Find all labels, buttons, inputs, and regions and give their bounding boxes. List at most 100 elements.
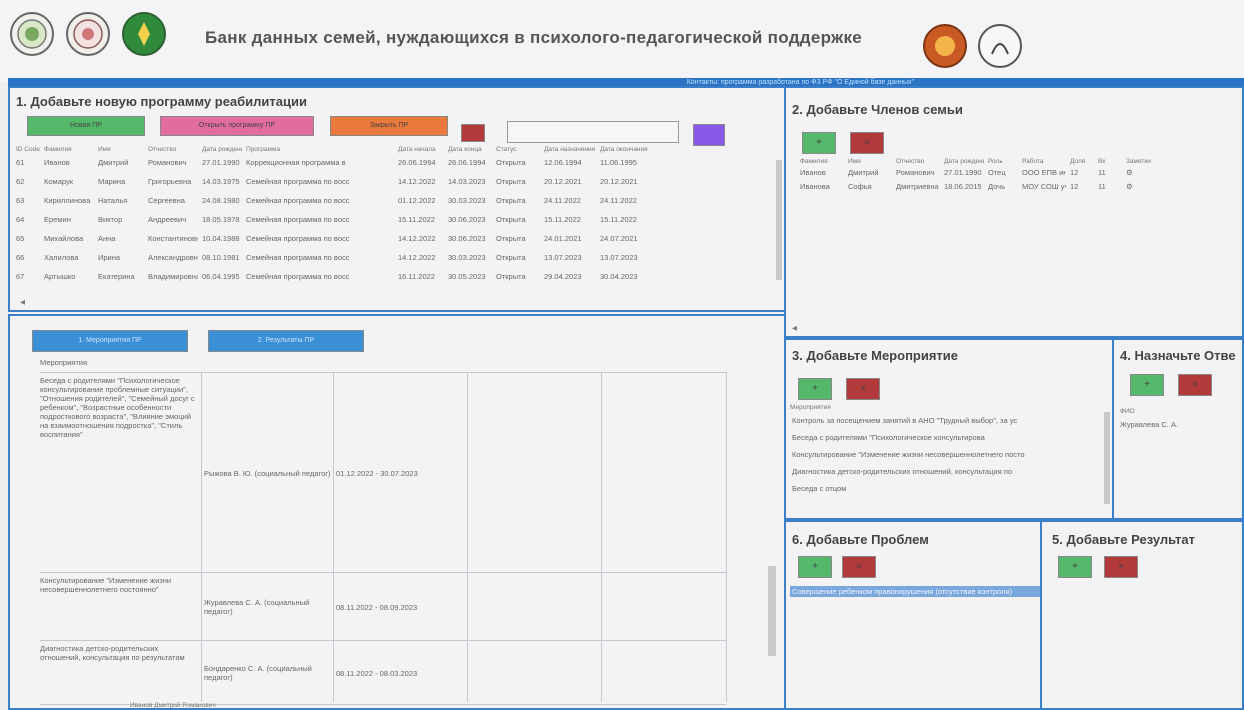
programs-column-header[interactable]: Программа	[246, 146, 394, 153]
task-responsible[interactable]: Бондаренко С. А. (социальный педагог)	[204, 644, 332, 702]
add-responsible-button[interactable]: +	[1130, 374, 1164, 396]
remove-result-button[interactable]: ×	[1104, 556, 1138, 578]
programs-column-header[interactable]: Статус	[496, 146, 540, 153]
table-cell: 16.11.2022	[398, 272, 435, 281]
close-program-button[interactable]: Закрыть ПР	[330, 116, 448, 136]
remove-responsible-button[interactable]: ×	[1178, 374, 1212, 396]
table-cell: 29.04.2023	[544, 272, 582, 281]
events-scrollbar[interactable]	[1104, 412, 1110, 504]
grid-divider	[333, 372, 334, 702]
programs-column-header[interactable]: Дата назначения	[544, 146, 596, 153]
family-scroll-arrow[interactable]: ◀	[792, 324, 797, 332]
program-search-input[interactable]	[507, 121, 679, 143]
family-column-header[interactable]: Фамилия	[800, 158, 844, 165]
table-row[interactable]: 67 Артышко Екатерина Владимировна 06.04.1995…	[16, 272, 654, 281]
programs-column-header[interactable]: Дата окончания	[600, 146, 650, 153]
list-item[interactable]: Консультирование "Изменение жизни несове…	[792, 450, 1102, 459]
family-column-header[interactable]: Отчество	[896, 158, 940, 165]
table-cell: 14.12.2022	[398, 234, 436, 243]
family-cell: Дочь	[988, 182, 1005, 191]
search-button[interactable]	[693, 124, 725, 146]
table-cell: Открыта	[496, 234, 526, 243]
logo-emblem-4	[923, 24, 967, 68]
table-cell: 26.06.1994	[448, 158, 486, 167]
programs-scrollbar[interactable]	[776, 160, 782, 280]
family-cell: 12	[1070, 182, 1079, 191]
programs-column-header[interactable]: ID Code	[16, 146, 40, 153]
delete-program-button[interactable]	[461, 124, 485, 142]
table-row[interactable]: 65 Михайлова Анна Константиновна 10.04.1988 С…	[16, 234, 654, 243]
family-title: 2. Добавьте Членов семьи	[792, 102, 963, 117]
table-cell: Открыта	[496, 253, 526, 262]
programs-column-header[interactable]: Дата рождения	[202, 146, 242, 153]
table-cell: Семейная программа по восс	[246, 253, 350, 262]
table-cell: Семейная программа по восс	[246, 272, 350, 281]
task-description[interactable]: Диагностика детско-родительских отношени…	[40, 644, 198, 702]
programs-column-header[interactable]: Фамилия	[44, 146, 94, 153]
programs-column-header[interactable]: Дата конца	[448, 146, 492, 153]
app-header: Банк данных семей, нуждающихся в психоло…	[0, 0, 1244, 82]
grid-divider	[726, 372, 727, 702]
family-column-header[interactable]: Заметки	[1126, 158, 1166, 165]
add-problem-button[interactable]: +	[798, 556, 832, 578]
table-cell: 13.07.2023	[544, 253, 582, 262]
programs-scroll-arrow[interactable]: ◀	[20, 298, 25, 306]
list-item[interactable]: Контроль за посещением занятий в АНО "Тр…	[792, 416, 1102, 425]
family-column-header[interactable]: Роль	[988, 158, 1018, 165]
list-item[interactable]: Беседа с родителями "Психологическое кон…	[792, 433, 1102, 442]
family-row[interactable]: Иванов Дмитрий Романович 27.01.1990 Отец ООО …	[800, 168, 1140, 177]
family-cell: Романович	[896, 168, 935, 177]
task-dates[interactable]: 08.11.2022 - 08.03.2023	[336, 644, 464, 702]
table-row[interactable]: 62 Комарук Марина Григорьевна 14.03.1975 Семе…	[16, 177, 654, 186]
table-cell: Семейная программа по восс	[246, 234, 350, 243]
gear-icon[interactable]: ⚙	[1126, 182, 1140, 191]
task-responsible[interactable]: Рыжова В. Ю. (социальный педагог)	[204, 376, 332, 570]
remove-problem-button[interactable]: ×	[842, 556, 876, 578]
table-cell: 24.01.2021	[544, 234, 582, 243]
task-responsible[interactable]: Журавлева С. А. (социальный педагог)	[204, 576, 332, 638]
family-column-header[interactable]: Имя	[848, 158, 892, 165]
table-row[interactable]: 61 Иванов Дмитрий Романович 27.01.1990 Коррек…	[16, 158, 654, 167]
table-cell: 01.12.2022	[398, 196, 436, 205]
list-item[interactable]: Журавлева С. А.	[1120, 420, 1240, 429]
task-dates[interactable]: 01.12.2022 - 30.07.2023	[336, 376, 464, 570]
family-cell: Дмитрий	[848, 168, 879, 177]
assign-panel: 4. Назначьте Отве + × ФИО Журавлева С. А…	[1112, 338, 1244, 520]
results-panel: 5. Добавьте Результат + ×	[1040, 520, 1244, 710]
tasks-scrollbar[interactable]	[768, 566, 776, 656]
list-item[interactable]: Беседа с отцом	[792, 484, 1102, 493]
task-description[interactable]: Консультирование "Изменение жизни несове…	[40, 576, 198, 638]
family-cell: Иванова	[800, 182, 830, 191]
family-row[interactable]: Иванова Софья Дмитриевна 18.06.2015 Дочь МОУ …	[800, 182, 1140, 191]
add-event-button[interactable]: +	[798, 378, 832, 400]
task-dates[interactable]: 08.11.2022 - 08.09.2023	[336, 576, 464, 638]
family-column-header[interactable]: Работа	[1022, 158, 1066, 165]
table-row[interactable]: 66 Халилова Ирина Александровна 08.10.1981 Се…	[16, 253, 654, 262]
new-program-button[interactable]: Новая ПР	[27, 116, 145, 136]
gear-icon[interactable]: ⚙	[1126, 168, 1140, 177]
programs-column-header[interactable]: Отчество	[148, 146, 198, 153]
table-cell: 24.08.1980	[202, 196, 240, 205]
open-program-button[interactable]: Открыть программу ПР	[160, 116, 314, 136]
programs-column-header[interactable]: Дата начала	[398, 146, 444, 153]
table-cell: 26.06.1994	[398, 158, 436, 167]
family-column-header[interactable]: Доля	[1070, 158, 1094, 165]
remove-event-button[interactable]: ×	[846, 378, 880, 400]
tab-program-events[interactable]: 1. Мероприятия ПР	[32, 330, 188, 352]
family-column-header[interactable]: Вк	[1098, 158, 1122, 165]
family-column-header[interactable]: Дата рождения	[944, 158, 984, 165]
table-cell: Михайлова	[44, 234, 84, 243]
add-family-member-button[interactable]: +	[802, 132, 836, 154]
table-row[interactable]: 64 Еремин Виктор Андреевич 18.05.1978 Семейна…	[16, 215, 654, 224]
table-cell: Семейная программа по восс	[246, 215, 350, 224]
programs-column-header[interactable]: Имя	[98, 146, 144, 153]
remove-family-member-button[interactable]: ×	[850, 132, 884, 154]
logo-emblem-5	[978, 24, 1022, 68]
add-result-button[interactable]: +	[1058, 556, 1092, 578]
table-row[interactable]: 63 Кириллинова Наталья Сергеевна 24.08.1980 С…	[16, 196, 654, 205]
tab-program-results[interactable]: 2. Результаты ПР	[208, 330, 364, 352]
list-item[interactable]: Совершение ребенком правонарушения (отсу…	[790, 586, 1040, 597]
list-item[interactable]: Диагностика детско-родительских отношени…	[792, 467, 1102, 476]
table-cell: Дмитрий	[98, 158, 129, 167]
task-description[interactable]: Беседа с родителями "Психологическое кон…	[40, 376, 198, 570]
